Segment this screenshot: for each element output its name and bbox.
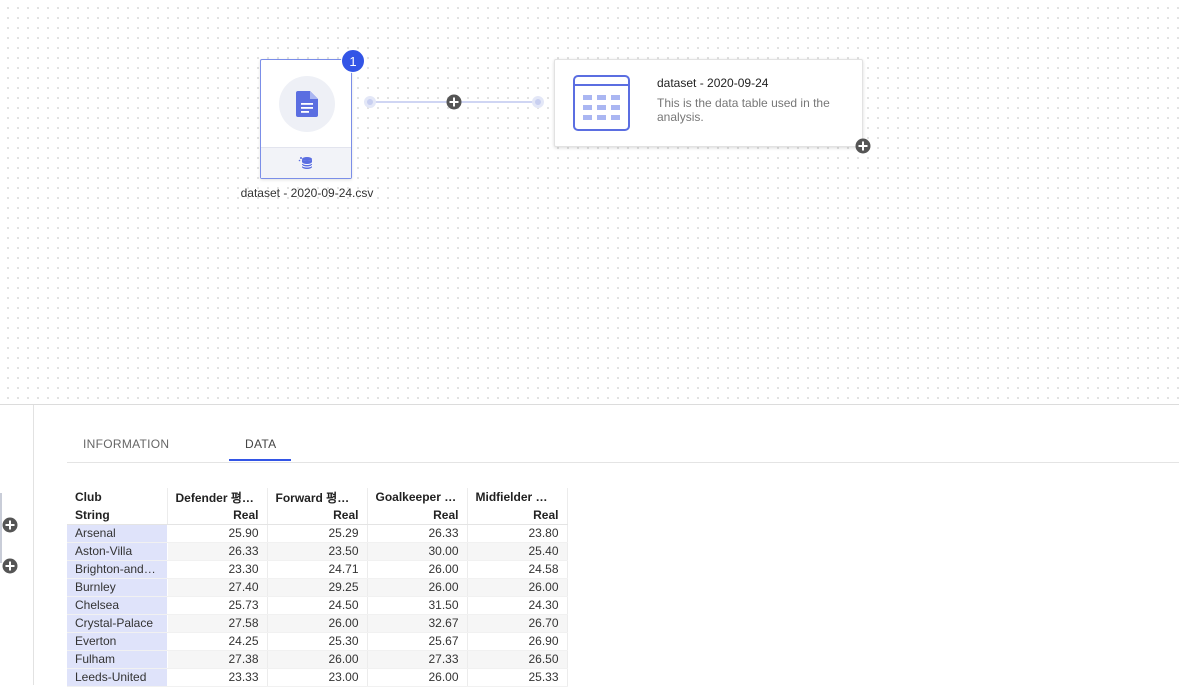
column-header[interactable]: Club [67,488,168,506]
club-cell: Brighton-and… [67,560,168,579]
value-cell: 26.70 [467,614,568,633]
table-node-title: dataset - 2020-09-24 [657,76,769,90]
value-cell: 25.90 [167,524,268,543]
column-header[interactable]: Forward 평… [267,488,368,506]
column-header[interactable]: Midfielder … [467,488,568,506]
file-node[interactable] [260,59,352,179]
node-connector [364,94,544,110]
value-cell: 24.50 [267,596,368,615]
table-row: Everton 24.25 25.30 25.67 26.90 [67,632,568,651]
file-node-footer [261,147,351,178]
value-cell: 24.25 [167,632,268,651]
value-cell: 27.38 [167,650,268,669]
value-cell: 25.33 [467,668,568,687]
value-cell: 26.00 [267,650,368,669]
value-cell: 23.33 [167,668,268,687]
add-node-icon[interactable] [855,138,871,154]
column-type: Real [467,506,568,525]
table-row: Brighton-and… 23.30 24.71 26.00 24.58 [67,560,568,579]
value-cell: 25.30 [267,632,368,651]
table-row: Fulham 27.38 26.00 27.33 26.50 [67,650,568,669]
value-cell: 26.33 [367,524,468,543]
data-table: Club Defender 평… Forward 평… Goalkeeper …… [67,488,568,687]
club-cell: Fulham [67,650,168,669]
value-cell: 23.50 [267,542,368,561]
value-cell: 25.40 [467,542,568,561]
panel-divider[interactable] [0,404,1179,405]
value-cell: 25.73 [167,596,268,615]
table-icon [573,75,630,131]
connector-add-icon[interactable] [446,94,462,110]
pipeline-canvas[interactable]: 1 dataset - 2020-09-24.csv dataset - 202… [0,0,1179,404]
value-cell: 23.30 [167,560,268,579]
value-cell: 26.50 [467,650,568,669]
table-row: Burnley 27.40 29.25 26.00 26.00 [67,578,568,597]
column-type: Real [167,506,268,525]
club-cell: Everton [67,632,168,651]
column-type: Real [367,506,468,525]
value-cell: 27.33 [367,650,468,669]
document-icon [296,91,318,117]
add-icon[interactable] [2,517,18,533]
left-side-panel [0,405,34,685]
value-cell: 29.25 [267,578,368,597]
column-header[interactable]: Goalkeeper … [367,488,468,506]
value-cell: 26.00 [267,614,368,633]
value-cell: 27.58 [167,614,268,633]
club-cell: Crystal-Palace [67,614,168,633]
column-header[interactable]: Defender 평… [167,488,268,506]
club-cell: Arsenal [67,524,168,543]
value-cell: 25.29 [267,524,368,543]
add-icon[interactable] [2,558,18,574]
active-tab-indicator [229,459,291,461]
tab-data[interactable]: DATA [245,437,276,451]
value-cell: 26.00 [367,578,468,597]
column-type: Real [267,506,368,525]
table-row: Arsenal 25.90 25.29 26.33 23.80 [67,524,568,543]
value-cell: 24.58 [467,560,568,579]
value-cell: 26.90 [467,632,568,651]
table-row: Crystal-Palace 27.58 26.00 32.67 26.70 [67,614,568,633]
club-cell: Burnley [67,578,168,597]
value-cell: 23.00 [267,668,368,687]
value-cell: 24.30 [467,596,568,615]
value-cell: 30.00 [367,542,468,561]
value-cell: 26.33 [167,542,268,561]
step-badge: 1 [341,49,365,73]
table-row: Leeds-United 23.33 23.00 26.00 25.33 [67,668,568,687]
value-cell: 26.00 [367,668,468,687]
value-cell: 26.00 [467,578,568,597]
club-cell: Aston-Villa [67,542,168,561]
value-cell: 31.50 [367,596,468,615]
value-cell: 26.00 [367,560,468,579]
tabs-divider [67,462,1179,463]
file-node-label: dataset - 2020-09-24.csv [240,186,374,200]
value-cell: 23.80 [467,524,568,543]
value-cell: 25.67 [367,632,468,651]
value-cell: 32.67 [367,614,468,633]
club-cell: Chelsea [67,596,168,615]
table-row: Chelsea 25.73 24.50 31.50 24.30 [67,596,568,615]
file-icon-circle [279,76,335,132]
table-row: Aston-Villa 26.33 23.50 30.00 25.40 [67,542,568,561]
club-cell: Leeds-United [67,668,168,687]
table-node[interactable]: dataset - 2020-09-24 This is the data ta… [554,59,863,147]
value-cell: 27.40 [167,578,268,597]
table-node-description: This is the data table used in the analy… [657,96,830,124]
database-icon [298,157,313,169]
value-cell: 24.71 [267,560,368,579]
column-type: String [67,506,168,525]
tab-information[interactable]: INFORMATION [83,437,169,451]
